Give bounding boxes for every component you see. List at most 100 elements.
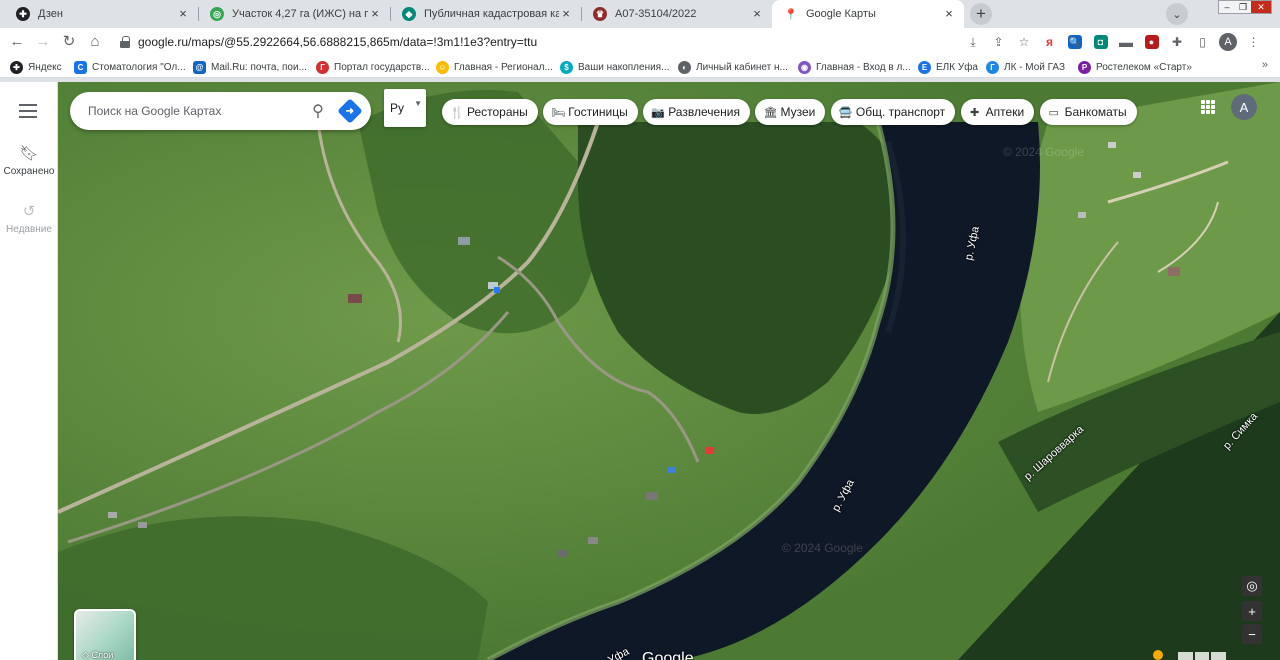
translate-extension-icon[interactable]: ◘ [1092,33,1110,51]
bookmark-mailru[interactable]: @ Mail.Ru: почта, пои... [193,59,307,75]
dzen-favicon-icon: ✚ [16,7,30,21]
bookmark-label: Стоматология "Ол... [92,61,186,73]
adblock-extension-icon[interactable]: ● [1143,33,1161,51]
close-tab-icon[interactable]: × [559,7,573,21]
google-logo: Google [642,650,694,660]
bookmark-label: Ваши накопления... [578,61,670,73]
regional-icon: ☺ [436,60,449,74]
profile-avatar[interactable]: A [1219,33,1237,51]
chip-hotels[interactable]: 🛏 Гостиницы [543,99,638,125]
back-arrow-icon[interactable]: ← [7,32,27,52]
bookmark-my-gas[interactable]: Г ЛК - Мой ГАЗ [986,59,1065,75]
bookmark-star-icon[interactable]: ☆ [1015,33,1033,51]
pegman-icon[interactable] [1153,650,1163,660]
minimize-icon[interactable]: – [1219,1,1235,13]
bookmark-regional[interactable]: ☺ Главная - Регионал... [436,59,553,75]
mailru-icon: @ [193,60,206,74]
language-selector[interactable]: Ру ▼ [384,89,426,127]
maps-search-box[interactable]: Поиск на Google Картах ⚲ ➜ [70,92,371,130]
category-chips: 🍴 Рестораны 🛏 Гостиницы 📷 Развлечения 🏛 Музе… [442,99,1142,125]
zoom-out-button[interactable]: − [1242,624,1262,644]
camera-icon: 📷 [651,106,665,119]
tab-dzen[interactable]: ✚ Дзен × [4,0,198,28]
museum-icon: 🏛 [763,106,778,119]
bookmark-yandex[interactable]: ✚ Яндекс [10,59,62,75]
close-tab-icon[interactable]: × [176,7,190,21]
lock-icon[interactable] [120,36,130,48]
bookmark-gosuslugi[interactable]: Г Портал государств... [316,59,430,75]
copyright-watermark: © 2024 Google [782,541,863,555]
chip-label: Рестораны [467,105,528,119]
listing-favicon-icon: ◎ [210,7,224,21]
hamburger-menu-icon[interactable] [19,104,37,118]
close-window-icon[interactable]: ✕ [1251,1,1271,13]
bookmark-dentistry[interactable]: С Стоматология "Ол... [74,59,186,75]
dropdown-arrow-icon: ▼ [414,99,422,108]
bookmark-cabinet[interactable]: ◐ Личный кабинет н... [678,59,788,75]
google-apps-icon[interactable] [1201,100,1215,114]
cabinet-icon: ◐ [678,60,691,74]
bookmark-label: Главная - Вход в л... [816,61,911,73]
pharmacy-icon: ✚ [970,106,980,119]
zoom-in-button[interactable]: + [1242,601,1262,621]
bookmark-label: Яндекс [28,61,62,73]
address-bar[interactable]: google.ru/maps/@55.2922664,56.6888215,86… [108,30,1050,54]
close-tab-icon[interactable]: × [750,7,764,21]
search-extension-icon[interactable]: 🔍 [1066,33,1084,51]
chip-museums[interactable]: 🏛 Музеи [755,99,826,125]
satellite-map[interactable]: Поиск на Google Картах ⚲ ➜ Ру ▼ 🍴 Рестора… [58,82,1280,660]
court-emblem-favicon-icon: ♛ [593,7,607,21]
saved-button[interactable]: 🔖︎ Сохранено [0,144,58,177]
my-location-button[interactable]: ◎ [1242,576,1262,596]
chip-transit[interactable]: 🚍 Общ. транспорт [830,99,956,125]
url-text[interactable]: google.ru/maps/@55.2922664,56.6888215,86… [138,35,537,49]
search-icon[interactable]: ⚲ [303,101,333,121]
tab-google-maps[interactable]: 📍 Google Карты × [772,0,964,28]
chip-label: Гостиницы [568,105,628,119]
chip-entertainment[interactable]: 📷 Развлечения [643,99,750,125]
bookmark-label: Mail.Ru: почта, пои... [211,61,307,73]
tab-land-listing[interactable]: ◎ Участок 4,27 га (ИЖС) на прода × [198,0,390,28]
tab-search-chevron-icon[interactable]: ⌄ [1166,3,1188,25]
yandex-extension-icon[interactable]: я [1041,33,1059,51]
savings-icon: $ [560,60,573,74]
bookmark-login[interactable]: ◉ Главная - Вход в л... [798,59,911,75]
tab-cadastral-map[interactable]: ◆ Публичная кадастровая карта × [390,0,581,28]
chip-label: Развлечения [668,105,740,119]
share-icon[interactable]: ⇪ [990,33,1008,51]
bookmark-rostelecom[interactable]: Р Ростелеком «Старт» [1078,59,1192,75]
bookmarks-bar: ✚ Яндекс С Стоматология "Ол... @ Mail.Ru: п… [0,56,1280,78]
recent-label: Недавние [6,224,52,235]
extensions-puzzle-icon[interactable]: ✚ [1168,33,1186,51]
map-thumbnails[interactable] [1178,652,1228,660]
restore-icon[interactable]: ❐ [1235,1,1251,13]
bookmark-savings[interactable]: $ Ваши накопления... [560,59,669,75]
chip-pharmacies[interactable]: ✚ Аптеки [960,99,1035,125]
directions-button[interactable]: ➜ [337,98,363,124]
close-tab-icon[interactable]: × [942,7,956,21]
recent-button[interactable]: ↺ Недавние [0,202,58,235]
bookmarks-overflow-icon[interactable]: » [1262,59,1268,71]
card-extension-icon[interactable]: ▬ [1117,33,1135,51]
new-tab-button[interactable]: + [970,3,992,25]
chip-atms[interactable]: ▭ Банкоматы [1039,99,1137,125]
browser-menu-icon[interactable]: ⋮ [1245,33,1263,51]
account-avatar[interactable]: A [1231,94,1257,120]
reload-icon[interactable]: ↻ [59,32,79,52]
bookmark-elk-ufa[interactable]: Е ЕЛК Уфа [918,59,978,75]
home-icon[interactable]: ⌂ [85,32,105,52]
tab-title: Дзен [38,8,63,20]
toolbar-actions: ⤓ ⇪ ☆ я 🔍 ◘ ▬ ● ✚ ▯ A ⋮ [964,32,1270,52]
browser-toolbar: ← → ↻ ⌂ google.ru/maps/@55.2922664,56.68… [0,28,1280,56]
tab-court-case[interactable]: ♛ А07-35104/2022 × [581,0,772,28]
search-input[interactable]: Поиск на Google Картах [88,104,303,118]
side-panel-icon[interactable]: ▯ [1194,33,1212,51]
tab-strip: ✚ Дзен × ◎ Участок 4,27 га (ИЖС) на прод… [0,0,1280,28]
tab-title: А07-35104/2022 [615,8,697,20]
close-tab-icon[interactable]: × [368,7,382,21]
forward-arrow-icon[interactable]: → [33,32,53,52]
layers-label: ◇ Слои [82,650,114,660]
install-app-icon[interactable]: ⤓ [964,33,982,51]
chip-restaurants[interactable]: 🍴 Рестораны [442,99,538,125]
layers-button[interactable]: ◇ Слои [74,609,136,660]
